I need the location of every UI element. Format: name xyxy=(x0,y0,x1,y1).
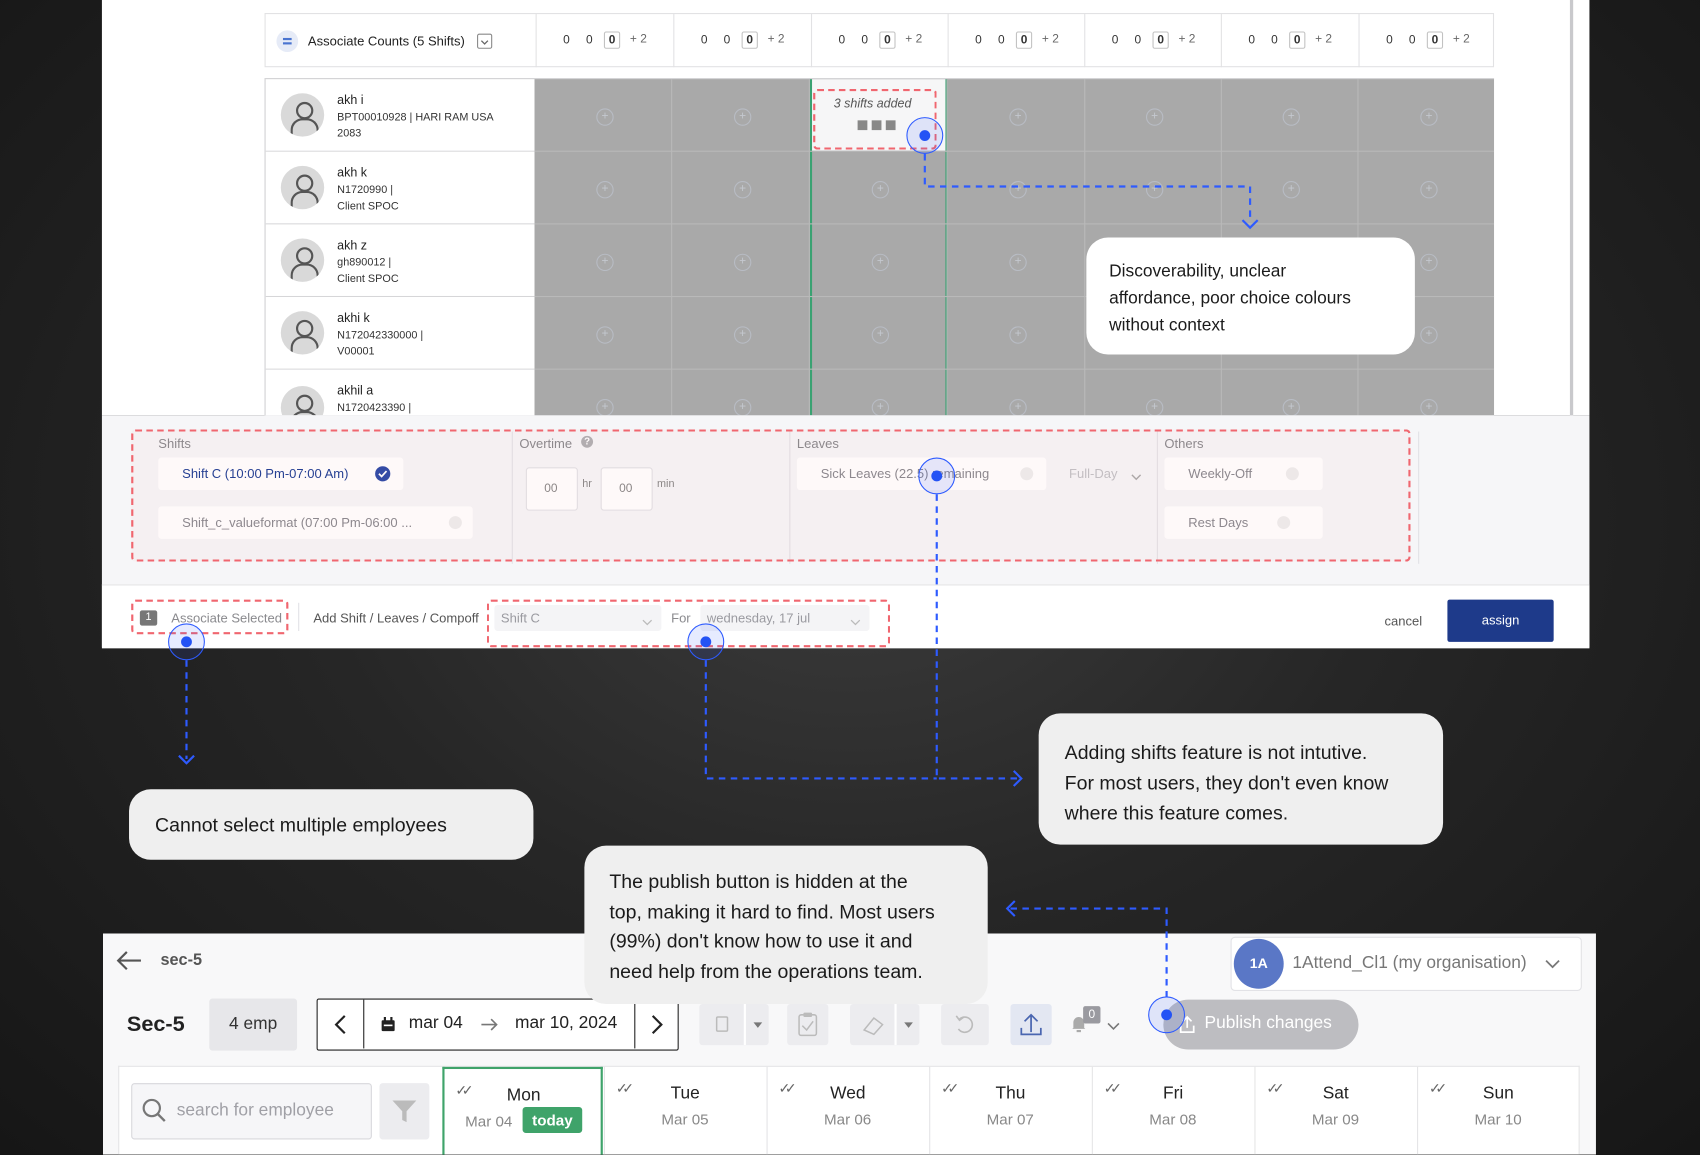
hotspot-publish xyxy=(1148,996,1186,1034)
hotspot-associate-selected xyxy=(168,623,205,661)
hotspot-leaves xyxy=(918,457,956,495)
connector-publish xyxy=(1010,907,1168,998)
canvas: Associate Counts (5 Shifts) akh i BPT0001… xyxy=(0,0,1700,1155)
annotation-connectors xyxy=(178,153,1259,998)
connector-discoverability xyxy=(923,153,1252,223)
arrowhead-down-icon xyxy=(1241,219,1259,230)
hotspot-date-select xyxy=(687,623,725,661)
connector-leaves xyxy=(935,494,1017,780)
connector-date-select xyxy=(704,660,937,780)
hotspot-shifts-added xyxy=(906,117,944,154)
